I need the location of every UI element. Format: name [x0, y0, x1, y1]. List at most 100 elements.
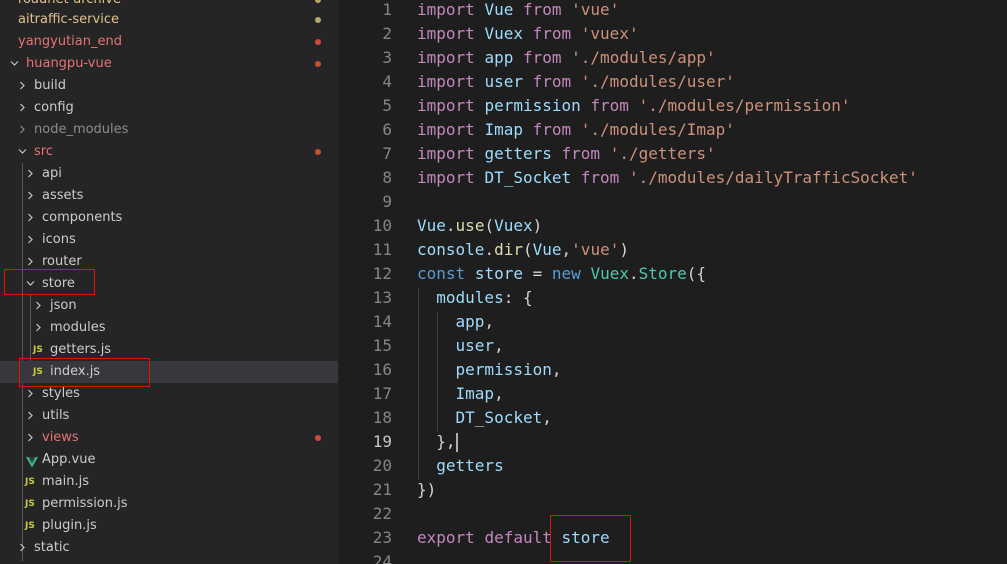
- code-text: permission,: [417, 358, 562, 382]
- code-line[interactable]: 13 modules: {: [338, 286, 1007, 310]
- code-token: 'vue': [571, 240, 620, 259]
- code-line[interactable]: 1 import Vue from 'vue': [338, 0, 1007, 22]
- code-line[interactable]: 5 import permission from './modules/permi…: [338, 94, 1007, 118]
- code-token: Imap: [484, 120, 523, 139]
- code-line[interactable]: 18 DT_Socket,: [338, 406, 1007, 430]
- tree-item-build[interactable]: build: [0, 75, 338, 97]
- code-line[interactable]: 21}): [338, 478, 1007, 502]
- code-token: from: [590, 96, 629, 115]
- code-text: const store = new Vuex.Store({: [417, 262, 706, 286]
- tree-item-utils[interactable]: utils: [0, 405, 338, 427]
- tree-item-config[interactable]: config: [0, 97, 338, 119]
- tree-item-label: static: [34, 540, 70, 555]
- code-line[interactable]: 19 },: [338, 430, 1007, 454]
- code-line[interactable]: 20 getters: [338, 454, 1007, 478]
- tree-item-label: build: [34, 78, 66, 93]
- tree-item-permission-js[interactable]: JS permission.js: [0, 493, 338, 515]
- tree-item-components[interactable]: components: [0, 207, 338, 229]
- text-cursor: [455, 433, 458, 452]
- code-line[interactable]: 23 export default store: [338, 526, 1007, 550]
- highlight-box-export-store: [550, 515, 631, 562]
- code-text: DT_Socket,: [417, 406, 552, 430]
- code-token: app: [455, 312, 485, 331]
- code-token: }): [417, 480, 437, 499]
- code-token: Store: [638, 264, 687, 283]
- line-number: 5: [382, 96, 392, 115]
- code-text: import Vuex from 'vuex': [417, 22, 639, 46]
- tree-item-assets[interactable]: assets: [0, 185, 338, 207]
- line-number: 8: [382, 168, 392, 187]
- tree-item-app-vue[interactable]: App.vue: [0, 449, 338, 471]
- code-line[interactable]: 16 permission,: [338, 358, 1007, 382]
- code-token: './modules/Imap': [580, 120, 735, 139]
- code-token: ): [532, 216, 543, 235]
- tree-item-modules[interactable]: modules: [0, 317, 338, 339]
- code-line[interactable]: 24: [338, 550, 1007, 564]
- line-number: 23: [372, 528, 392, 547]
- code-token: user: [484, 72, 523, 91]
- code-token: from: [532, 24, 572, 43]
- code-token: import: [417, 0, 475, 19]
- tree-item-static[interactable]: static: [0, 537, 338, 559]
- tree-item-label: src: [34, 144, 53, 159]
- chevron-right-icon: [16, 537, 28, 559]
- code-text: Vue.use(Vuex): [417, 214, 542, 238]
- code-text: import Imap from './modules/Imap': [417, 118, 735, 142]
- tree-item-aitraffic-service[interactable]: aitraffic-service: [0, 9, 338, 31]
- tree-item-label: modules: [50, 320, 106, 335]
- code-line[interactable]: 4 import user from './modules/user': [338, 70, 1007, 94]
- tree-item-views[interactable]: views: [0, 427, 338, 449]
- line-number: 10: [372, 216, 392, 235]
- tree-item-label: main.js: [42, 474, 89, 489]
- code-token: .: [445, 216, 456, 235]
- tree-item-yangyutian-end[interactable]: yangyutian_end: [0, 31, 338, 53]
- modified-dot: [315, 0, 321, 3]
- chevron-right-icon: [24, 163, 36, 185]
- tree-item-api[interactable]: api: [0, 163, 338, 185]
- code-line[interactable]: 8 import DT_Socket from './modules/dailyT…: [338, 166, 1007, 190]
- tree-item-huangpu-vue[interactable]: huangpu-vue: [0, 53, 338, 75]
- code-token: ,: [494, 384, 504, 403]
- chevron-down-icon: [16, 141, 28, 163]
- code-line[interactable]: 10 Vue.use(Vuex): [338, 214, 1007, 238]
- code-line[interactable]: 12 const store = new Vuex.Store({: [338, 262, 1007, 286]
- code-line[interactable]: 2 import Vuex from 'vuex': [338, 22, 1007, 46]
- tree-item-node-modules[interactable]: node_modules: [0, 119, 338, 141]
- tree-item-plugin-js[interactable]: JS plugin.js: [0, 515, 338, 537]
- tree-item-icons[interactable]: icons: [0, 229, 338, 251]
- code-line[interactable]: 14 app,: [338, 310, 1007, 334]
- code-line[interactable]: 22: [338, 502, 1007, 526]
- code-token: Vue: [484, 0, 514, 19]
- code-token: permission: [484, 96, 581, 115]
- code-text: },: [417, 430, 458, 454]
- tree-item-src[interactable]: src: [0, 141, 338, 163]
- code-token: ,: [484, 312, 495, 331]
- code-line[interactable]: 6 import Imap from './modules/Imap': [338, 118, 1007, 142]
- code-editor[interactable]: 1 import Vue from 'vue' 2 import Vuex from …: [338, 0, 1007, 564]
- tree-item-main-js[interactable]: JS main.js: [0, 471, 338, 493]
- code-text: app,: [417, 310, 495, 334]
- error-dot: [315, 435, 321, 441]
- chevron-right-icon: [32, 317, 44, 339]
- code-line[interactable]: 9: [338, 190, 1007, 214]
- code-token: from: [522, 48, 562, 67]
- code-line[interactable]: 7 import getters from './getters': [338, 142, 1007, 166]
- code-line[interactable]: 3 import app from './modules/app': [338, 46, 1007, 70]
- code-line[interactable]: 15 user,: [338, 334, 1007, 358]
- code-token: getters: [436, 456, 504, 475]
- code-token: from: [580, 168, 620, 187]
- code-token: DT_Socket: [455, 408, 543, 427]
- code-line[interactable]: 17 Imap,: [338, 382, 1007, 406]
- tree-item-json[interactable]: json: [0, 295, 338, 317]
- code-line[interactable]: 11 console.dir(Vue,'vue'): [338, 238, 1007, 262]
